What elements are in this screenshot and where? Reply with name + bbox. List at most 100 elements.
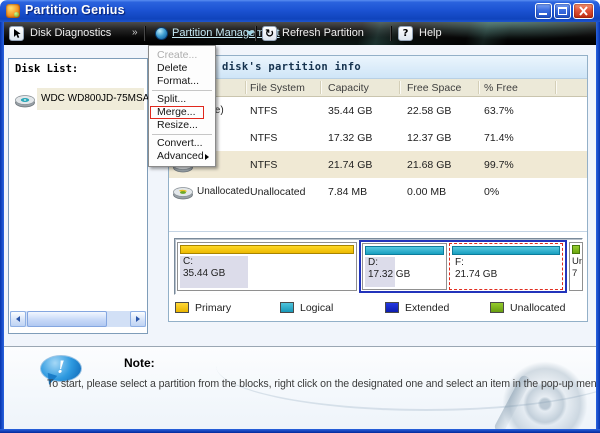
note-body: To start, please select a partition from… [47, 378, 596, 390]
window-border [0, 20, 4, 433]
menu-item-delete[interactable]: Delete [149, 62, 215, 75]
capacity-cell: 17.32 GB [328, 132, 373, 144]
panel-title: disk's partition info [222, 61, 362, 73]
scroll-left-button[interactable] [10, 311, 26, 327]
file-system-cell: Unallocated [250, 186, 306, 198]
partition-block-f-selected[interactable]: F: 21.74 GB [449, 243, 563, 290]
table-row[interactable]: Unallocated Unallocated 7.84 MB 0.00 MB … [169, 178, 587, 205]
maximize-button[interactable] [554, 3, 571, 19]
partition-block-d[interactable]: D: 17.32 GB [362, 243, 447, 290]
primary-bar [180, 245, 354, 254]
menu-separator [152, 90, 212, 91]
menu-item-convert[interactable]: Convert... [149, 137, 215, 150]
partition-block-unallocated[interactable]: Un 7 [569, 242, 583, 291]
triangle-left-icon [16, 316, 20, 322]
legend-label: Unallocated [510, 302, 566, 314]
percent-free-cell: 63.7% [484, 105, 514, 117]
scroll-right-button[interactable] [130, 311, 146, 327]
close-icon [579, 6, 588, 16]
logical-color-swatch [280, 302, 294, 313]
window-title: Partition Genius [25, 3, 125, 17]
disk-name: WDC WD800JD-75MSA3 [41, 93, 155, 104]
file-system-cell: NTFS [250, 159, 278, 171]
free-space-cell: 12.37 GB [407, 132, 452, 144]
logical-bar [365, 246, 444, 255]
table-row-selected[interactable]: F: NTFS 21.74 GB 21.68 GB 99.7% [169, 151, 587, 178]
scrollbar-thumb[interactable] [27, 311, 107, 327]
partition-icon [173, 187, 193, 200]
panel-header: disk's partition info [169, 56, 587, 79]
partition-table: C: (Active) NTFS 35.44 GB 22.58 GB 63.7%… [169, 97, 587, 205]
capacity-cell: 35.44 GB [328, 105, 373, 117]
free-space-cell: 21.68 GB [407, 159, 452, 171]
dropdown-arrow-icon[interactable] [246, 31, 254, 36]
primary-color-swatch [175, 302, 189, 313]
menu-item-format[interactable]: Format... [149, 75, 215, 88]
menu-item-split[interactable]: Split... [149, 93, 215, 106]
divider [169, 231, 587, 232]
horizontal-scrollbar[interactable] [10, 311, 146, 327]
menu-item-create: Create... [157, 49, 198, 61]
note-divider [4, 346, 596, 347]
note-area: ! Note: To start, please select a partit… [4, 347, 596, 429]
toolbar-separator [144, 26, 145, 41]
window-border [0, 429, 600, 433]
toolbar-item-disk-diagnostics[interactable]: Disk Diagnostics [30, 27, 111, 39]
column-header-capacity[interactable]: Capacity [328, 82, 369, 94]
partition-label: Unallocated [197, 186, 250, 197]
submenu-arrow-icon [205, 153, 209, 160]
table-row[interactable]: D: NTFS 17.32 GB 12.37 GB 71.4% [169, 124, 587, 151]
refresh-icon: ↻ [262, 26, 277, 41]
column-header-file-system[interactable]: File System [250, 82, 305, 94]
block-size: 35.44 GB [183, 268, 226, 279]
block-size: 17.32 GB [368, 269, 411, 280]
block-label: Un [572, 256, 583, 267]
block-label: D: [368, 257, 378, 268]
close-button[interactable] [573, 3, 594, 19]
block-label: C: [183, 256, 193, 267]
disk-list-item[interactable]: WDC WD800JD-75MSA3 [11, 87, 155, 111]
file-system-cell: NTFS [250, 105, 278, 117]
column-header-percent-free[interactable]: % Free [484, 82, 518, 94]
unallocated-bar [572, 245, 580, 254]
app-window: Partition Genius Disk Diagnostics » Part… [0, 0, 600, 433]
table-row[interactable]: C: (Active) NTFS 35.44 GB 22.58 GB 63.7% [169, 97, 587, 124]
column-header-free-space[interactable]: Free Space [407, 82, 461, 94]
partition-block-c[interactable]: C: 35.44 GB [177, 242, 357, 291]
menu-item-advanced[interactable]: Advanced [149, 150, 215, 163]
unallocated-color-swatch [490, 302, 504, 313]
legend-label: Primary [195, 302, 232, 314]
percent-free-cell: 0% [484, 186, 500, 198]
block-size: 21.74 GB [455, 269, 498, 280]
free-space-cell: 0.00 MB [407, 186, 447, 198]
toolbar: Disk Diagnostics » Partition Management … [4, 22, 596, 45]
menu-item-resize[interactable]: Resize... [149, 119, 215, 132]
logical-bar [452, 246, 560, 255]
percent-free-cell: 71.4% [484, 132, 514, 144]
overflow-chevron-icon[interactable]: » [132, 27, 138, 38]
extended-partition-border: D: 17.32 GB F: 21.74 GB [359, 240, 567, 293]
extended-color-swatch [385, 302, 399, 313]
note-title: Note: [124, 356, 155, 370]
minimize-button[interactable] [535, 3, 552, 19]
menu-item-merge-highlighted[interactable]: Merge... [149, 106, 215, 119]
partition-blocks: C: 35.44 GB D: 17.32 GB F: 21.74 GB Un 7 [174, 238, 583, 295]
capacity-cell: 7.84 MB [328, 186, 368, 198]
title-bar: Partition Genius [0, 0, 600, 22]
legend: Primary Logical Extended Unallocated [169, 300, 587, 318]
minimize-icon [539, 13, 547, 15]
partition-info-panel: disk's partition info File System Capaci… [168, 55, 588, 322]
menu-separator [152, 134, 212, 135]
triangle-right-icon [136, 316, 140, 322]
maximize-icon [558, 7, 567, 15]
toolbar-separator [255, 26, 256, 41]
cursor-arrow-icon [9, 26, 24, 41]
toolbar-item-refresh-partition[interactable]: Refresh Partition [282, 27, 364, 39]
toolbar-item-help[interactable]: Help [419, 27, 442, 39]
capacity-cell: 21.74 GB [328, 159, 373, 171]
help-icon: ? [398, 26, 413, 41]
table-header: File System Capacity Free Space % Free [169, 79, 587, 97]
file-system-cell: NTFS [250, 132, 278, 144]
window-border [596, 20, 600, 433]
toolbar-separator [390, 26, 391, 41]
